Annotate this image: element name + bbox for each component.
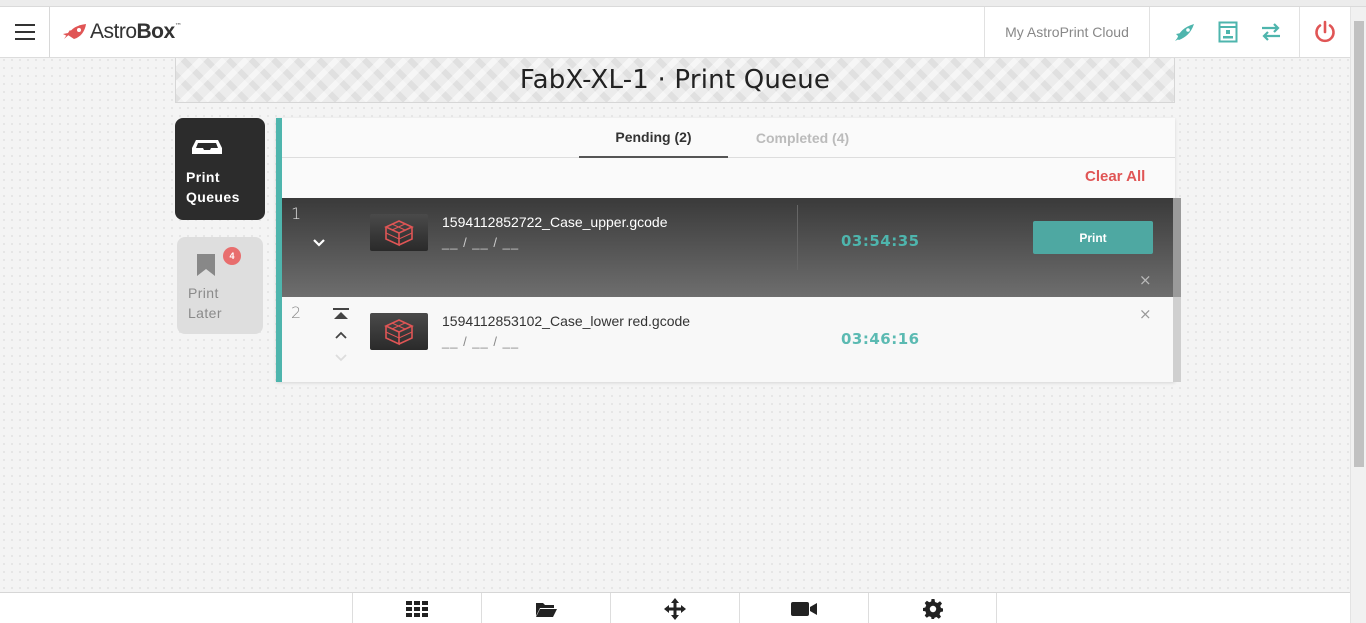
print-time: 03:54:35: [841, 232, 920, 250]
title-banner: FabX-XL-1 · Print Queue: [175, 58, 1175, 103]
brand-regular: Astro: [90, 20, 137, 43]
row-scroll-track: [1173, 297, 1181, 382]
printer-status-button[interactable]: [1206, 7, 1249, 57]
file-thumbnail: [370, 313, 428, 350]
power-button[interactable]: [1299, 7, 1350, 57]
file-dates: __ / __ / __: [442, 334, 520, 349]
rocket-icon: [1174, 24, 1194, 41]
model-cube-icon: [384, 219, 414, 246]
chevron-up-icon[interactable]: [334, 331, 348, 340]
row-divider: [797, 205, 798, 270]
queue-index: 1: [291, 204, 302, 223]
power-icon: [1315, 20, 1335, 43]
menu-button[interactable]: [0, 7, 50, 57]
scrollbar-thumb[interactable]: [1354, 21, 1364, 467]
print-time: 03:46:16: [841, 330, 920, 348]
inbox-tray-icon: [192, 140, 222, 154]
folder-icon: [536, 602, 557, 617]
print-later-label: Print Later: [188, 283, 248, 323]
file-dates: __ / __ / __: [442, 235, 520, 250]
transfer-arrows-icon: [1261, 23, 1280, 41]
model-cube-icon: [384, 318, 414, 345]
clear-all-button[interactable]: Clear All: [1085, 168, 1145, 185]
file-name: 1594112852722_Case_upper.gcode: [442, 214, 668, 230]
remove-item-button[interactable]: ×: [1139, 271, 1152, 289]
queue-index: 2: [291, 303, 302, 322]
browser-top-strip: [0, 0, 1366, 7]
brand-bold: Box: [136, 20, 176, 43]
cloud-link[interactable]: My AstroPrint Cloud: [984, 7, 1150, 57]
rocket-button[interactable]: [1163, 7, 1206, 57]
top-bar: Astro Box ™ My AstroPrint Cloud: [0, 7, 1350, 58]
print-queues-button[interactable]: Print Queues: [175, 118, 265, 220]
queue-panel: Pending (2) Completed (4) Clear All 1 15…: [276, 118, 1181, 382]
camera-icon: [791, 601, 817, 616]
nav-files[interactable]: [481, 593, 610, 623]
bottom-nav: [0, 592, 1350, 623]
print-later-badge: 4: [223, 247, 241, 265]
transfer-button[interactable]: [1249, 7, 1292, 57]
remove-item-button[interactable]: ×: [1139, 305, 1152, 323]
nav-camera[interactable]: [739, 593, 868, 623]
page-title: FabX-XL-1 · Print Queue: [519, 65, 831, 95]
settings-icon: [923, 598, 943, 619]
queue-item: 2 1594112853102_Case_lower red.gcode __ …: [282, 297, 1181, 382]
print-later-text: Print Later: [188, 285, 222, 321]
chevron-down-icon[interactable]: [312, 238, 326, 248]
row-scroll-track: [1173, 198, 1181, 297]
page-scrollbar[interactable]: [1350, 7, 1366, 623]
print-button[interactable]: Print: [1033, 221, 1153, 254]
astrobox-logo: Astro Box ™: [62, 20, 182, 44]
rocket-logo-icon: [63, 24, 86, 39]
nav-control-panel[interactable]: [352, 593, 481, 623]
file-thumbnail: [370, 214, 428, 251]
tab-pending[interactable]: Pending (2): [579, 118, 728, 158]
file-name: 1594112853102_Case_lower red.gcode: [442, 313, 691, 329]
nav-settings[interactable]: [868, 593, 997, 623]
grid-icon: [406, 600, 428, 617]
tab-completed[interactable]: Completed (4): [728, 118, 877, 158]
bookmark-icon: [197, 254, 215, 276]
print-queues-label: Print Queues: [186, 167, 256, 207]
queue-tabs: Pending (2) Completed (4): [282, 118, 1175, 158]
printer-status-icon: [1218, 21, 1237, 43]
chevron-down-disabled-icon: [335, 354, 347, 362]
move-icon: [664, 597, 686, 620]
nav-divider: [996, 593, 997, 623]
hamburger-icon: [14, 24, 35, 40]
nav-move[interactable]: [610, 593, 739, 623]
move-to-top-icon[interactable]: [332, 308, 350, 320]
print-queues-text: Print Queues: [186, 169, 240, 205]
print-later-button[interactable]: 4 Print Later: [177, 237, 263, 334]
brand-trademark: ™: [174, 22, 182, 30]
queue-item: 1 1594112852722_Case_upper.gcode __ / __…: [282, 198, 1181, 297]
